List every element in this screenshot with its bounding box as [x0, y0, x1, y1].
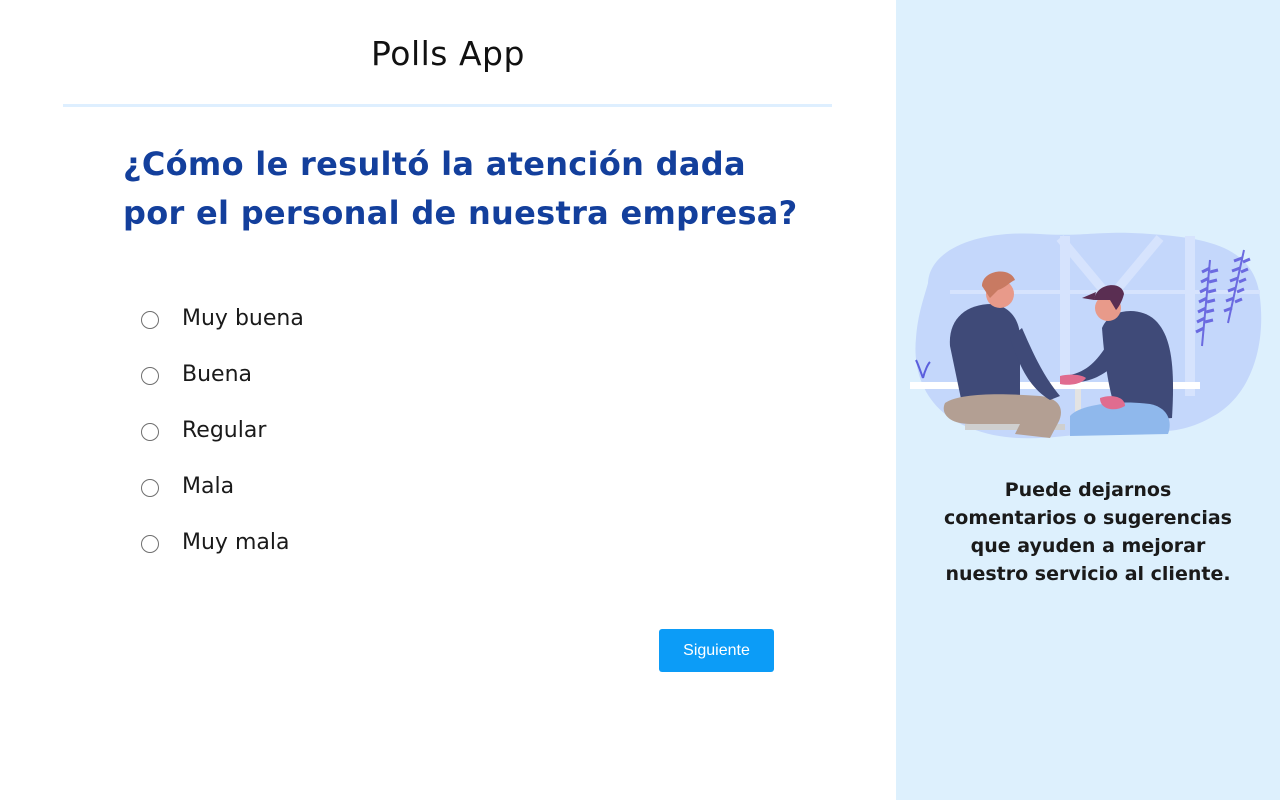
option-muy-buena[interactable]: Muy buena [141, 290, 304, 346]
option-regular[interactable]: Regular [141, 402, 304, 458]
polls-app: Polls App ¿Cómo le resultó la atención d… [0, 0, 1280, 800]
app-title: Polls App [371, 34, 525, 73]
answer-options: Muy buena Buena Regular Mala Muy mala [141, 290, 304, 570]
option-muy-mala[interactable]: Muy mala [141, 514, 304, 570]
radio-button[interactable] [141, 423, 159, 441]
radio-button[interactable] [141, 367, 159, 385]
option-label: Muy buena [182, 305, 304, 331]
option-label: Regular [182, 417, 267, 443]
header-divider [63, 104, 832, 107]
option-mala[interactable]: Mala [141, 458, 304, 514]
info-sidebar: Puede dejarnos comentarios o sugerencias… [896, 0, 1280, 800]
option-label: Buena [182, 361, 252, 387]
poll-panel: Polls App ¿Cómo le resultó la atención d… [0, 0, 896, 800]
question-text: ¿Cómo le resultó la atención dada por el… [123, 145, 798, 232]
sidebar-message: Puede dejarnos comentarios o sugerencias… [944, 479, 1232, 585]
radio-button[interactable] [141, 311, 159, 329]
next-button[interactable]: Siguiente [659, 629, 774, 672]
option-label: Muy mala [182, 529, 290, 555]
option-label: Mala [182, 473, 235, 499]
radio-button[interactable] [141, 535, 159, 553]
option-buena[interactable]: Buena [141, 346, 304, 402]
two-people-talking-illustration [910, 232, 1262, 439]
radio-button[interactable] [141, 479, 159, 497]
